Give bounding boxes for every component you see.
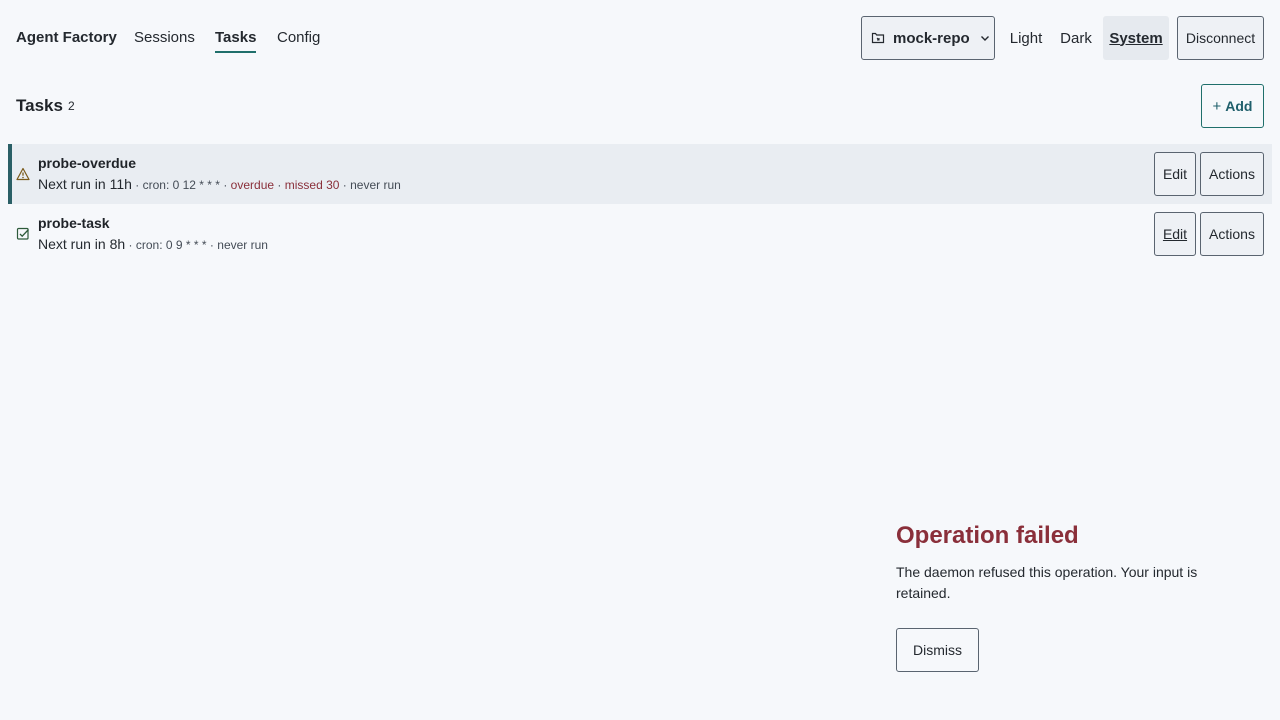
error-toast: Operation failed The daemon refused this…: [896, 520, 1226, 672]
repo-name: mock-repo: [893, 29, 970, 47]
task-actions-button[interactable]: Actions: [1200, 152, 1264, 196]
dismiss-button[interactable]: Dismiss: [896, 628, 979, 672]
tasks-heading: Tasks: [16, 96, 63, 115]
theme-option-system[interactable]: System: [1103, 16, 1169, 60]
meta-separator: ·: [277, 178, 285, 192]
theme-option-light[interactable]: Light: [1003, 16, 1049, 60]
nav-link-tasks[interactable]: Tasks: [215, 29, 257, 53]
theme-option-dark[interactable]: Dark: [1055, 16, 1097, 60]
top-bar: Agent Factory Sessions Tasks Config mock…: [0, 0, 1280, 76]
toast-title: Operation failed: [896, 522, 1079, 549]
tasks-count-badge: 2: [68, 99, 75, 113]
task-cron: cron: 0 9 * * *: [135, 238, 207, 252]
plus-icon: +: [1212, 97, 1222, 115]
toast-message: The daemon refused this operation. Your …: [896, 564, 1198, 601]
task-meta: Next run in 11h · cron: 0 12 * * * · ove…: [38, 176, 401, 192]
meta-separator: ·: [128, 238, 136, 252]
check-square-icon: [16, 227, 29, 240]
disconnect-button[interactable]: Disconnect: [1177, 16, 1264, 60]
add-task-button[interactable]: + Add: [1201, 84, 1264, 128]
task-last-run: never run: [217, 238, 268, 252]
add-task-label: Add: [1225, 98, 1253, 114]
task-name: probe-task: [38, 215, 110, 231]
nav-link-config[interactable]: Config: [277, 29, 320, 46]
edit-task-button[interactable]: Edit: [1154, 152, 1196, 196]
task-next-run: Next run in 8h: [38, 236, 126, 252]
brand-title: Agent Factory: [16, 29, 117, 46]
task-missed-count: missed 30: [284, 178, 340, 192]
nav-link-sessions[interactable]: Sessions: [134, 29, 195, 46]
repo-icon: [871, 32, 885, 44]
task-next-run: Next run in 11h: [38, 176, 132, 192]
task-overdue-badge: overdue: [230, 178, 275, 192]
warning-icon: [16, 167, 30, 181]
task-row: probe-overdue Next run in 11h · cron: 0 …: [8, 144, 1272, 204]
task-cron: cron: 0 12 * * *: [142, 178, 220, 192]
meta-separator: ·: [135, 178, 143, 192]
task-meta: Next run in 8h · cron: 0 9 * * * · never…: [38, 236, 268, 252]
meta-separator: ·: [223, 178, 231, 192]
repo-selector-button[interactable]: mock-repo: [861, 16, 995, 60]
edit-task-button[interactable]: Edit: [1154, 212, 1196, 256]
task-actions-button[interactable]: Actions: [1200, 212, 1264, 256]
task-row: probe-task Next run in 8h · cron: 0 9 * …: [8, 204, 1272, 264]
chevron-down-icon: [980, 36, 989, 41]
task-name: probe-overdue: [38, 155, 137, 171]
task-last-run: never run: [350, 178, 401, 192]
